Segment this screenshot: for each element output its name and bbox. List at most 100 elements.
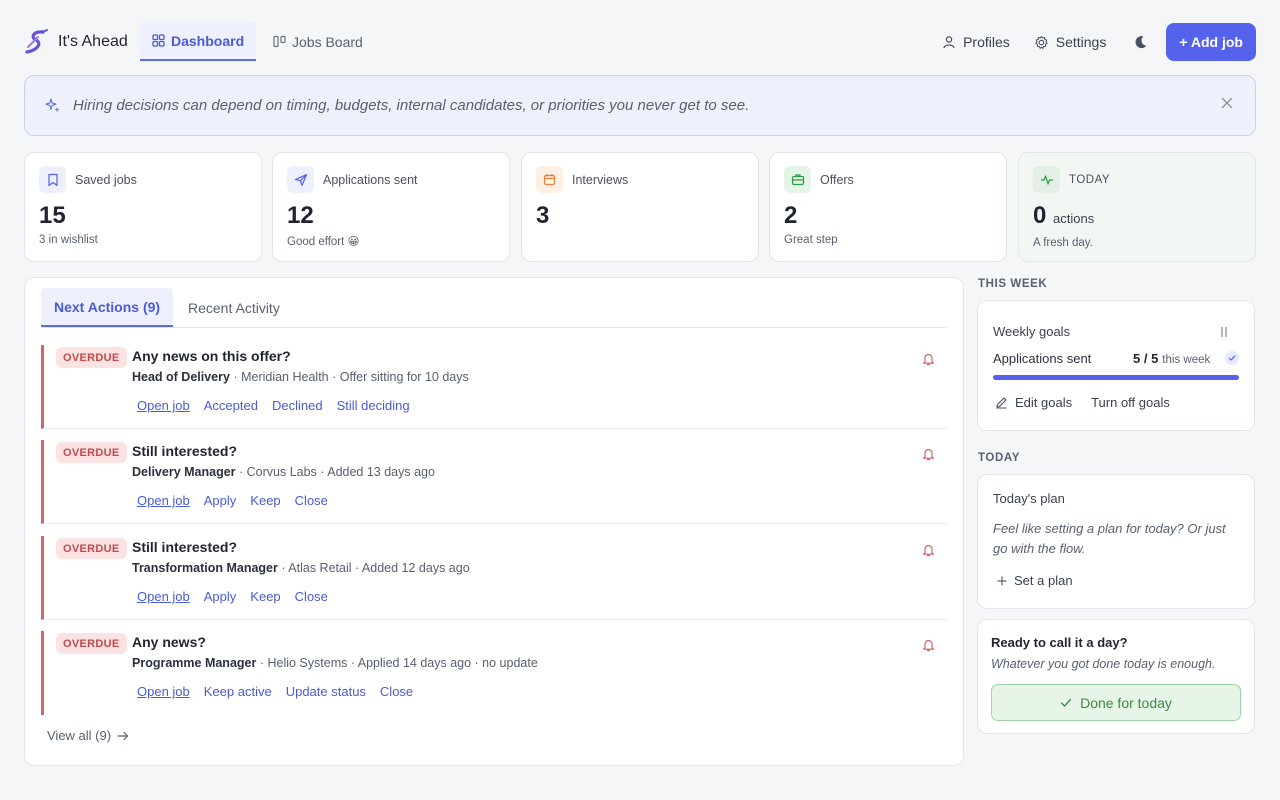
declined-link[interactable]: Declined [272,398,323,413]
pencil-icon [995,396,1008,409]
done-for-today-button[interactable]: Done for today [991,684,1241,721]
bell-icon[interactable] [922,447,935,461]
turn-off-goals-button[interactable]: Turn off goals [1091,395,1170,410]
calendar-icon [536,166,563,193]
weekly-goals-card: Weekly goals Applications sent 5 / 5 this… [977,300,1255,431]
goal-progress-bar [993,375,1239,380]
todays-plan-card: Today's plan Feel like setting a plan fo… [977,474,1255,609]
tab-next-actions[interactable]: Next Actions (9) [41,288,174,327]
briefcase-icon [784,166,811,193]
add-job-button[interactable]: + Add job [1166,23,1256,61]
bookmark-icon [39,166,66,193]
end-day-title: Ready to call it a day? [991,635,1128,650]
stat-card-applications-sent[interactable]: Applications sent 12 Good effort 😀 [272,152,510,262]
stat-value: 0 actions [1033,203,1241,232]
app-name: It's Ahead [58,33,128,50]
brand[interactable]: It's Ahead [24,28,128,56]
gear-icon [1034,35,1049,50]
stat-value: 12 [287,202,314,229]
update-status-link[interactable]: Update status [286,684,366,699]
action-item: OVERDUE Still interested? Transformation… [41,536,947,620]
action-links: Open job Apply Keep Close [137,493,328,508]
action-role: Head of Delivery [132,370,230,384]
tab-jobs-board[interactable]: Jobs Board [261,22,375,61]
banner-text: Hiring decisions can depend on timing, b… [73,97,750,114]
todays-plan-title: Today's plan [993,491,1065,506]
todays-plan-prompt: Feel like setting a plan for today? Or j… [993,521,1226,556]
action-meta: Transformation Manager · Atlas Retail · … [132,561,470,575]
action-details: · Helio Systems · Applied 14 days ago · … [256,656,538,670]
action-details: · Atlas Retail · Added 12 days ago [277,561,470,575]
set-plan-label: Set a plan [1014,573,1073,588]
apply-link[interactable]: Apply [204,589,237,604]
close-link[interactable]: Close [380,684,413,699]
open-job-link[interactable]: Open job [137,684,190,699]
stat-sub: 3 in wishlist [39,234,98,246]
goal-actions: Edit goals Turn off goals [995,395,1170,410]
moon-icon[interactable] [1134,35,1148,49]
goal-progress-fill [993,375,1239,380]
profiles-link[interactable]: Profiles [942,34,1010,50]
overdue-badge: OVERDUE [56,442,127,463]
section-label-this-week: THIS WEEK [978,278,1048,290]
sparkle-icon [45,97,61,114]
stat-card-saved-jobs[interactable]: Saved jobs 15 3 in wishlist [24,152,262,262]
keep-link[interactable]: Keep [250,589,280,604]
grid-icon [152,34,165,47]
close-link[interactable]: Close [295,589,328,604]
action-item: OVERDUE Any news? Programme Manager · He… [41,631,947,715]
goal-row: Applications sent 5 / 5 this week [993,351,1241,366]
action-title: Still interested? [132,443,238,459]
tab-recent-activity[interactable]: Recent Activity [175,288,293,327]
stat-label: Saved jobs [75,172,137,187]
action-meta: Delivery Manager · Corvus Labs · Added 1… [132,465,435,479]
stat-label: TODAY [1069,173,1111,186]
today-count: 0 [1033,202,1047,229]
keep-active-link[interactable]: Keep active [204,684,272,699]
goal-count-value: 5 / 5 [1133,351,1159,366]
done-for-today-label: Done for today [1080,694,1172,711]
still-deciding-link[interactable]: Still deciding [337,398,410,413]
tab-dashboard-label: Dashboard [171,32,245,49]
tab-dashboard[interactable]: Dashboard [140,22,257,61]
apply-link[interactable]: Apply [204,493,237,508]
keep-link[interactable]: Keep [250,493,280,508]
close-icon[interactable] [1221,97,1233,109]
end-day-sub: Whatever you got done today is enough. [991,657,1216,671]
open-job-link[interactable]: Open job [137,589,190,604]
action-meta: Programme Manager · Helio Systems · Appl… [132,656,538,670]
weekly-goals-title: Weekly goals [993,324,1071,339]
bell-icon[interactable] [922,352,935,366]
header-actions: Profiles Settings + Add job [942,23,1256,61]
check-icon [1225,351,1239,365]
action-title: Any news on this offer? [132,348,291,364]
goal-label: Applications sent [993,351,1092,366]
bell-icon[interactable] [922,543,935,557]
end-day-card: Ready to call it a day? Whatever you got… [977,619,1255,734]
panel-tabs: Next Actions (9) Recent Activity [41,288,947,328]
accepted-link[interactable]: Accepted [204,398,258,413]
profiles-label: Profiles [963,34,1010,50]
stat-value: 15 [39,202,66,229]
stat-card-today: TODAY 0 actions A fresh day. [1018,152,1256,262]
close-link[interactable]: Close [295,493,328,508]
settings-link[interactable]: Settings [1034,34,1106,50]
action-item: OVERDUE Any news on this offer? Head of … [41,345,947,429]
pause-icon[interactable] [1219,326,1229,338]
action-links: Open job Keep active Update status Close [137,684,413,699]
stat-card-offers[interactable]: Offers 2 Great step [769,152,1007,262]
view-all-link[interactable]: View all (9) [47,728,129,743]
stat-card-interviews[interactable]: Interviews 3 [521,152,759,262]
edit-goals-button[interactable]: Edit goals [1015,395,1072,410]
bell-icon[interactable] [922,638,935,652]
open-job-link[interactable]: Open job [137,398,190,413]
section-label-today: TODAY [978,452,1020,464]
check-icon [1060,698,1072,708]
stat-value: 3 [536,202,550,229]
view-all-label: View all (9) [47,728,112,743]
user-icon [942,35,956,49]
overdue-badge: OVERDUE [56,347,127,368]
open-job-link[interactable]: Open job [137,493,190,508]
set-plan-button[interactable]: Set a plan [997,573,1073,588]
action-details: · Corvus Labs · Added 13 days ago [235,465,435,479]
